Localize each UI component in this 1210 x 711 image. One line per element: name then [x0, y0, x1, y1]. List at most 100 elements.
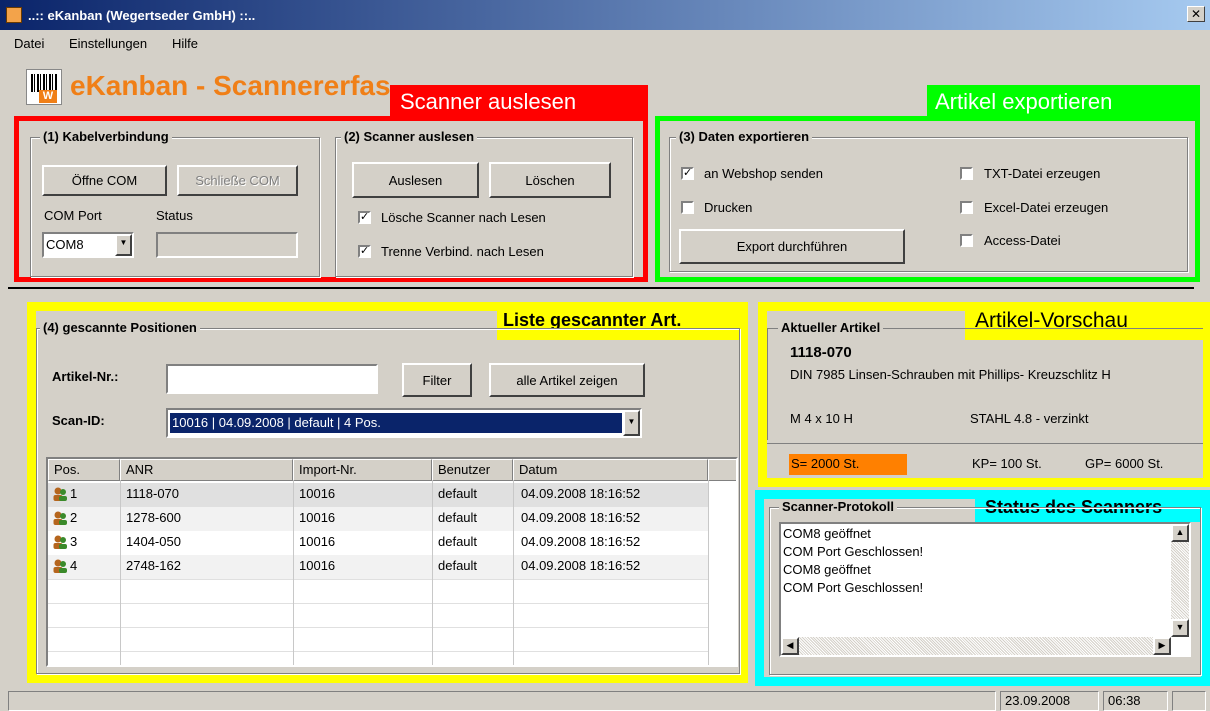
column-header-anr[interactable]: ANR	[120, 459, 293, 481]
status-bar: 23.09.2008 06:38	[0, 689, 1210, 711]
menu-datei[interactable]: Datei	[14, 36, 44, 51]
cell-anr: 1278-600	[126, 510, 181, 525]
cell-pos: 1	[70, 486, 78, 501]
scan-id-selection: 10016 | 04.09.2008 | default | 4 Pos.	[170, 413, 622, 433]
chevron-down-icon[interactable]: ▼	[623, 410, 640, 436]
loesche-scanner-checkbox[interactable]: ✓	[358, 211, 371, 224]
grid-line	[48, 627, 708, 628]
scroll-right-icon[interactable]: ▶	[1153, 637, 1171, 655]
open-com-button[interactable]: Öffne COM	[42, 165, 167, 196]
column-header-datum[interactable]: Datum	[513, 459, 708, 481]
artikel-size: M 4 x 10 H	[790, 411, 853, 426]
annotation-scanner-auslesen: Scanner auslesen	[390, 85, 648, 121]
separator-line	[8, 287, 1194, 289]
cell-pos: 2	[70, 510, 78, 525]
status-label: Status	[156, 208, 193, 223]
cell-benutzer: default	[438, 486, 478, 501]
export-button[interactable]: Export durchführen	[679, 229, 905, 264]
log-line: COM Port Geschlossen!	[783, 544, 924, 559]
cell-anr: 1404-050	[126, 534, 181, 549]
user-icon	[53, 535, 67, 549]
loesche-scanner-label: Lösche Scanner nach Lesen	[381, 210, 546, 225]
grid-line	[513, 481, 514, 665]
cell-pos: 4	[70, 558, 78, 573]
table-row[interactable]: 2 1278-600 10016 default 04.09.2008 18:1…	[48, 507, 708, 531]
table-row[interactable]: 1 1118-070 10016 default 04.09.2008 18:1…	[48, 483, 708, 507]
cell-anr: 1118-070	[126, 486, 180, 501]
status-time: 06:38	[1103, 691, 1168, 711]
scan-id-value: 10016 | 04.09.2008 | default | 4 Pos.	[172, 415, 381, 430]
filter-button[interactable]: Filter	[402, 363, 472, 397]
scroll-down-icon[interactable]: ▼	[1171, 619, 1189, 637]
annotation-scanner-auslesen-text: Scanner auslesen	[400, 89, 577, 114]
app-icon	[6, 7, 22, 23]
kp-value: KP= 100 St.	[972, 456, 1042, 471]
aktueller-artikel-title: Aktueller Artikel	[778, 320, 884, 335]
com-port-select[interactable]: COM8 ▼	[42, 232, 134, 258]
column-header-pos[interactable]: Pos.	[48, 459, 120, 481]
divider	[767, 443, 1203, 444]
grid-line	[48, 579, 708, 580]
group-gescannte-positionen-title: (4) gescannte Positionen	[40, 320, 200, 335]
cell-benutzer: default	[438, 510, 478, 525]
show-all-button[interactable]: alle Artikel zeigen	[489, 363, 645, 397]
cell-import-nr: 10016	[299, 558, 336, 573]
scroll-left-icon[interactable]: ◀	[781, 637, 799, 655]
table-row[interactable]: 4 2748-162 10016 default 04.09.2008 18:1…	[48, 555, 708, 579]
cell-datum: 04.09.2008 18:16:52	[521, 558, 641, 573]
grid-line	[432, 481, 433, 665]
excel-checkbox[interactable]	[960, 201, 973, 214]
grid-line	[708, 481, 709, 665]
txt-checkbox[interactable]	[960, 167, 973, 180]
trenne-verbind-label: Trenne Verbind. nach Lesen	[381, 244, 544, 259]
auslesen-button[interactable]: Auslesen	[352, 162, 479, 198]
drucken-checkbox[interactable]	[681, 201, 694, 214]
grid-line	[293, 481, 294, 665]
column-header-import-nr[interactable]: Import-Nr.	[293, 459, 432, 481]
artikel-material: STAHL 4.8 - verzinkt	[970, 411, 1089, 426]
webshop-checkbox[interactable]: ✓	[681, 167, 694, 180]
scan-id-label: Scan-ID:	[52, 413, 105, 428]
access-checkbox[interactable]	[960, 234, 973, 247]
grid-line	[48, 651, 708, 652]
cell-import-nr: 10016	[299, 510, 336, 525]
horizontal-scrollbar[interactable]: ◀ ▶	[781, 637, 1171, 655]
artikel-number: 1118-070	[790, 344, 852, 361]
artikel-nr-label: Artikel-Nr.:	[52, 369, 119, 384]
log-line: COM8 geöffnet	[783, 526, 871, 541]
gp-value: GP= 6000 St.	[1085, 456, 1164, 471]
cell-pos: 3	[70, 534, 78, 549]
menu-einstellungen[interactable]: Einstellungen	[69, 36, 147, 51]
protokoll-log[interactable]: COM8 geöffnet COM Port Geschlossen! COM8…	[779, 522, 1191, 657]
artikel-nr-input[interactable]	[166, 364, 378, 394]
webshop-label: an Webshop senden	[704, 166, 824, 181]
barcode-logo-icon: W	[26, 69, 62, 105]
group-scanner-auslesen-title: (2) Scanner auslesen	[341, 129, 478, 144]
scan-id-select[interactable]: 10016 | 04.09.2008 | default | 4 Pos. ▼	[166, 408, 642, 438]
user-icon	[53, 511, 67, 525]
cell-benutzer: default	[438, 534, 478, 549]
table-row[interactable]: 3 1404-050 10016 default 04.09.2008 18:1…	[48, 531, 708, 555]
group-kabelverbindung-title: (1) Kabelverbindung	[40, 129, 172, 144]
artikel-description: DIN 7985 Linsen-Schrauben mit Phillips- …	[790, 367, 1111, 382]
close-com-button[interactable]: Schließe COM	[177, 165, 298, 196]
vertical-scrollbar[interactable]: ▲ ▼	[1171, 524, 1189, 637]
loeschen-button[interactable]: Löschen	[489, 162, 611, 198]
close-icon[interactable]: ✕	[1187, 6, 1205, 22]
txt-label: TXT-Datei erzeugen	[984, 166, 1101, 181]
trenne-verbind-checkbox[interactable]: ✓	[358, 245, 371, 258]
user-icon	[53, 559, 67, 573]
column-header-benutzer[interactable]: Benutzer	[432, 459, 513, 481]
excel-label: Excel-Datei erzeugen	[984, 200, 1109, 215]
status-date: 23.09.2008	[1000, 691, 1099, 711]
window-title: ..:: eKanban (Wegertseder GmbH) ::..	[28, 8, 256, 23]
chevron-down-icon[interactable]: ▼	[115, 234, 132, 256]
status-panel-extra	[1172, 691, 1206, 711]
group-daten-exportieren-title: (3) Daten exportieren	[676, 129, 813, 144]
scroll-up-icon[interactable]: ▲	[1171, 524, 1189, 542]
positions-table[interactable]: Pos. ANR Import-Nr. Benutzer Datum 1 111…	[46, 457, 738, 667]
status-panel-main	[8, 691, 996, 711]
grid-line	[120, 481, 121, 665]
menu-hilfe[interactable]: Hilfe	[172, 36, 198, 51]
user-icon	[53, 487, 67, 501]
